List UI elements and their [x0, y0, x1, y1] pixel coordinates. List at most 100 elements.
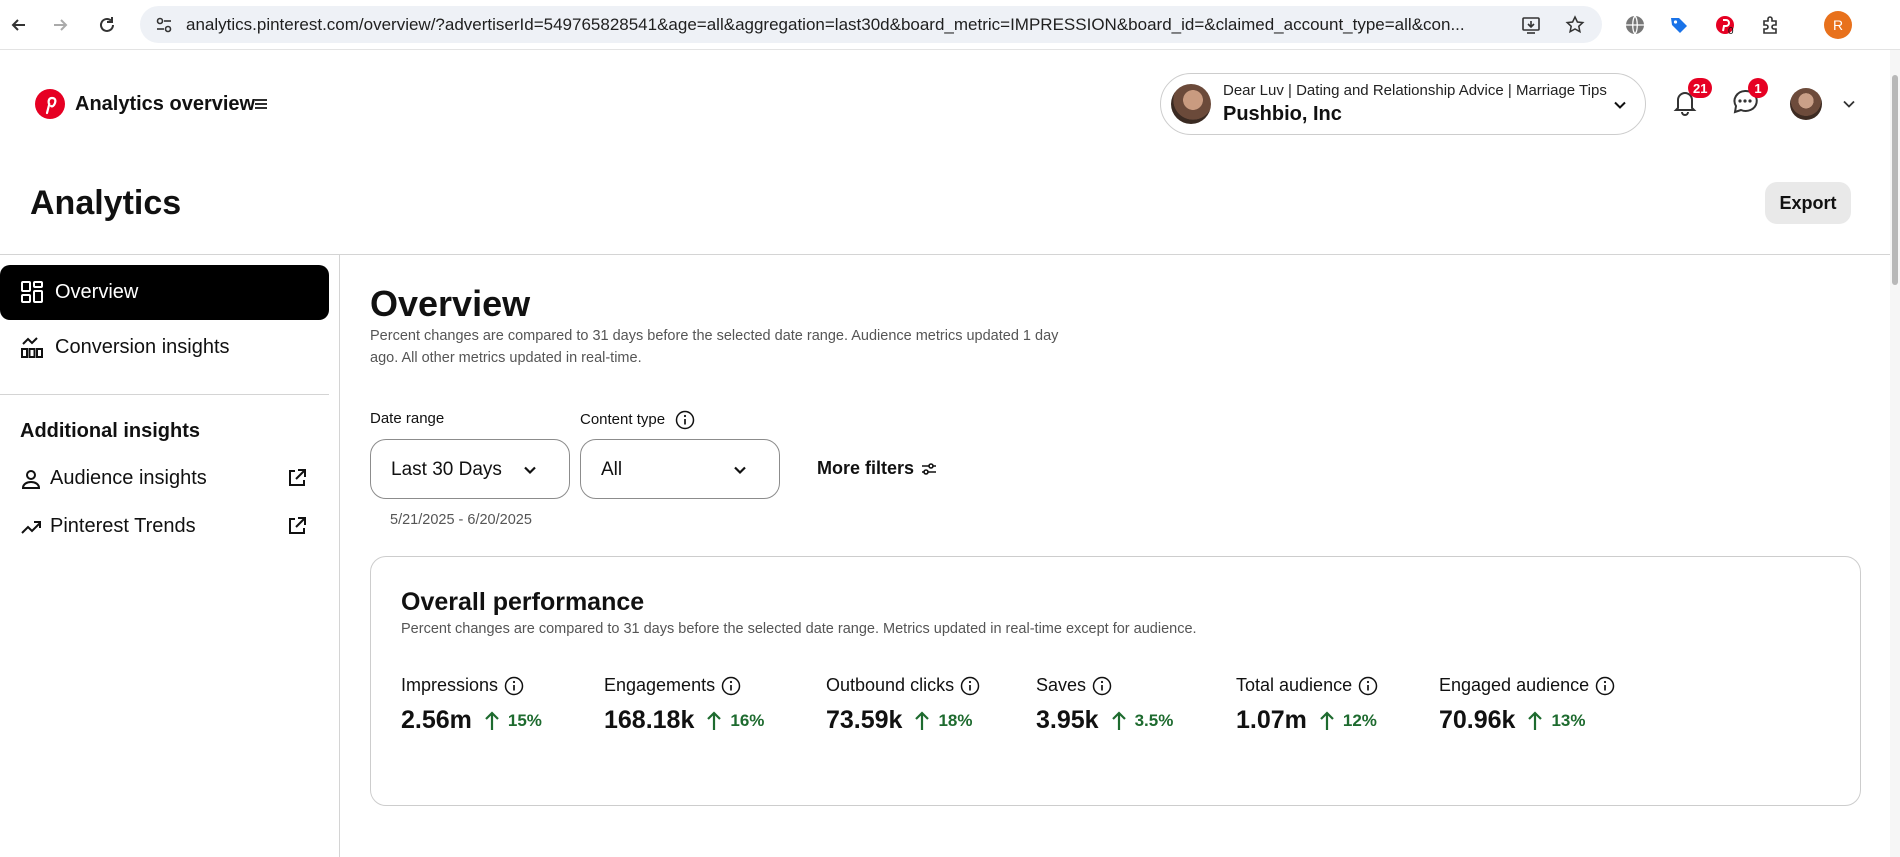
person-icon — [20, 468, 42, 490]
address-bar[interactable]: analytics.pinterest.com/overview/?advert… — [140, 6, 1602, 43]
extension-pinterest-icon[interactable]: 0 — [1712, 12, 1738, 38]
account-avatar — [1171, 84, 1211, 124]
sidebar-link-label: Pinterest Trends — [50, 515, 196, 537]
metric-change: 12% — [1342, 710, 1377, 730]
sidebar-link-pinterest-trends[interactable]: Pinterest Trends — [0, 507, 329, 547]
metric-impressions[interactable]: Impressions 2.56m 15% — [401, 675, 542, 735]
sidebar-link-audience-insights[interactable]: Audience insights — [0, 459, 329, 499]
info-icon[interactable] — [1092, 676, 1112, 696]
scrollbar-thumb[interactable] — [1892, 75, 1898, 285]
overall-performance-card: Overall performance Percent changes are … — [370, 556, 1861, 806]
date-range-label: Date range — [370, 410, 445, 427]
metric-value: 70.96k — [1439, 706, 1516, 734]
chevron-down-icon — [1611, 96, 1629, 114]
extension-tag-icon[interactable] — [1666, 12, 1692, 38]
more-filters-label: More filters — [817, 458, 915, 478]
sidebar-separator — [0, 394, 329, 395]
metric-value: 168.18k — [604, 706, 695, 734]
notifications-button[interactable]: 21 — [1667, 78, 1713, 120]
metric-engaged-audience[interactable]: Engaged audience 70.96k 13% — [1439, 675, 1615, 735]
chevron-down-icon — [521, 461, 539, 479]
arrow-up-icon — [1320, 710, 1334, 730]
info-icon[interactable] — [1595, 676, 1615, 696]
arrow-up-icon — [1111, 710, 1126, 730]
account-name: Dear Luv | Dating and Relationship Advic… — [1223, 82, 1607, 99]
arrow-up-icon — [915, 710, 930, 730]
sidebar-link-label: Audience insights — [50, 467, 207, 489]
sidebar-item-conversion-insights[interactable]: Conversion insights — [0, 320, 329, 375]
chevron-down-icon[interactable] — [1840, 95, 1858, 113]
date-range-select[interactable]: Last 30 Days — [370, 439, 570, 499]
url-text[interactable]: analytics.pinterest.com/overview/?advert… — [186, 15, 1476, 35]
extension-badge: 0 — [1728, 26, 1734, 37]
content-type-value: All — [601, 459, 623, 480]
metric-label: Impressions — [401, 675, 499, 695]
app-header: Analytics overview Dear Luv | Dating and… — [0, 50, 1890, 224]
sidebar-item-label: Overview — [55, 281, 139, 303]
forward-icon[interactable] — [47, 12, 73, 38]
metric-engagements[interactable]: Engagements 168.18k 16% — [604, 675, 764, 735]
metric-total-audience[interactable]: Total audience 1.07m 12% — [1236, 675, 1378, 735]
messages-badge: 1 — [1748, 78, 1768, 98]
user-avatar[interactable] — [1790, 88, 1822, 120]
metric-label: Outbound clicks — [826, 675, 955, 695]
metric-value: 1.07m — [1236, 706, 1307, 734]
metric-outbound-clicks[interactable]: Outbound clicks 73.59k 18% — [826, 675, 980, 735]
content-type-label: Content type — [580, 410, 666, 428]
extension-globe-icon[interactable] — [1622, 12, 1648, 38]
page-scrollbar[interactable] — [1890, 50, 1900, 857]
metric-label: Engaged audience — [1439, 675, 1590, 695]
header-divider — [0, 254, 1890, 255]
metric-change: 3.5% — [1134, 710, 1174, 730]
metric-label: Saves — [1036, 675, 1087, 695]
hamburger-menu-icon[interactable] — [252, 95, 270, 113]
conversion-chart-icon — [20, 335, 44, 359]
metric-change: 13% — [1551, 710, 1586, 730]
bookmark-star-icon[interactable] — [1564, 14, 1586, 36]
arrow-up-icon — [485, 710, 499, 730]
content-type-label-wrap: Content type — [580, 410, 695, 430]
content-type-select[interactable]: All — [580, 439, 780, 499]
export-button[interactable]: Export — [1765, 182, 1851, 224]
browser-profile-avatar[interactable]: R — [1824, 11, 1852, 39]
notifications-badge: 21 — [1688, 78, 1713, 98]
back-icon[interactable] — [6, 12, 32, 38]
info-icon[interactable] — [721, 676, 741, 696]
external-link-icon — [286, 467, 308, 489]
more-filters-button[interactable]: More filters — [817, 458, 938, 479]
trend-icon — [20, 516, 42, 538]
info-icon[interactable] — [960, 676, 980, 696]
messages-button[interactable]: 1 — [1727, 78, 1768, 120]
metric-label: Engagements — [604, 675, 716, 695]
metric-change: 18% — [938, 710, 973, 730]
app-title[interactable]: Analytics overview — [75, 93, 255, 116]
metric-value: 73.59k — [826, 706, 903, 734]
metric-value: 3.95k — [1036, 706, 1099, 734]
performance-subtitle: Percent changes are compared to 31 days … — [401, 621, 1197, 637]
business-name: Pushbio, Inc — [1223, 103, 1342, 125]
date-range-value: Last 30 Days — [391, 459, 502, 480]
arrow-up-icon — [1528, 710, 1543, 730]
info-icon[interactable] — [1358, 676, 1378, 696]
performance-title: Overall performance — [401, 588, 645, 616]
chevron-down-icon — [731, 461, 749, 479]
page-title: Analytics — [30, 184, 182, 222]
info-icon[interactable] — [675, 410, 695, 430]
reload-icon[interactable] — [94, 12, 120, 38]
sidebar-item-overview[interactable]: Overview — [0, 265, 329, 320]
sidebar-item-label: Conversion insights — [55, 336, 230, 358]
extensions-puzzle-icon[interactable] — [1758, 12, 1784, 38]
info-icon[interactable] — [504, 676, 524, 696]
browser-toolbar: analytics.pinterest.com/overview/?advert… — [0, 0, 1900, 50]
metric-change: 16% — [730, 710, 765, 730]
sidebar-divider — [339, 254, 340, 857]
grid-icon — [20, 280, 44, 304]
account-switcher[interactable]: Dear Luv | Dating and Relationship Advic… — [1160, 73, 1646, 135]
install-app-icon[interactable] — [1520, 14, 1542, 36]
pinterest-logo-icon[interactable] — [35, 89, 65, 119]
metric-value: 2.56m — [401, 706, 472, 734]
metric-label: Total audience — [1236, 675, 1353, 695]
metric-change: 15% — [507, 710, 542, 730]
metric-saves[interactable]: Saves 3.95k 3.5% — [1036, 675, 1173, 735]
site-info-icon[interactable] — [154, 15, 174, 35]
